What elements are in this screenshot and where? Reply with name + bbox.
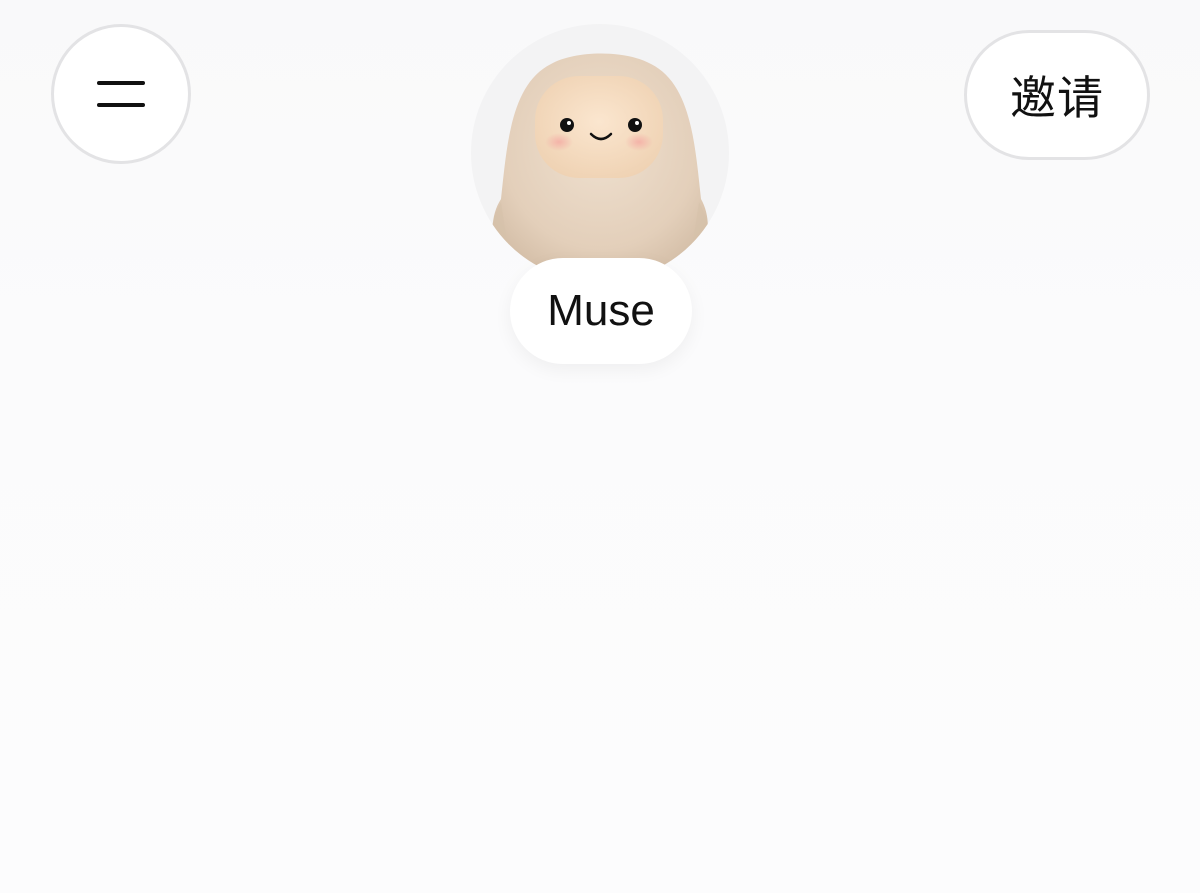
app-screen: Muse 邀请	[0, 0, 1200, 893]
assistant-avatar[interactable]	[471, 24, 729, 282]
menu-button[interactable]	[51, 24, 191, 164]
invite-button[interactable]: 邀请	[964, 30, 1150, 160]
hamburger-menu-icon	[97, 81, 145, 107]
mascot-icon	[490, 53, 710, 282]
assistant-name-label[interactable]: Muse	[510, 258, 692, 364]
